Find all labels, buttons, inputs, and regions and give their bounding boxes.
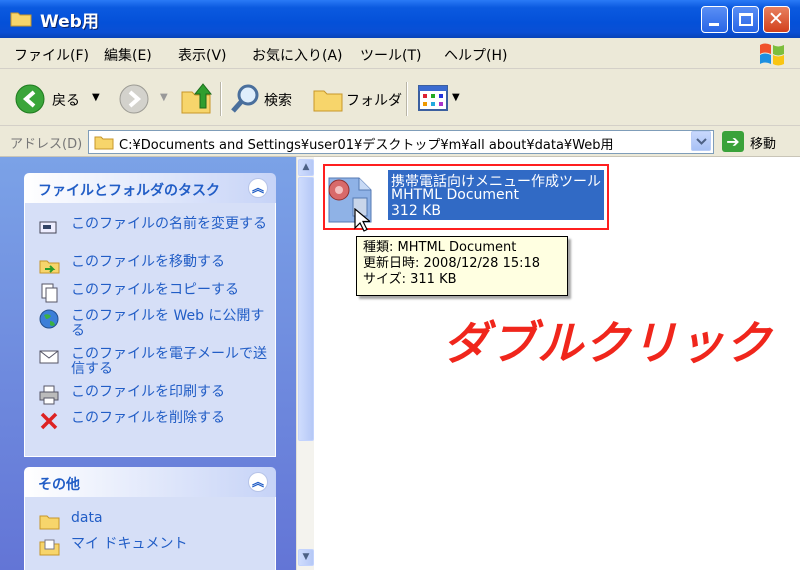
folder-icon [10, 12, 32, 27]
panel-title: その他 [38, 477, 80, 493]
scroll-thumb[interactable] [298, 177, 314, 441]
task-pane-scrollbar[interactable]: ▲ ▼ [296, 157, 314, 570]
folders-button[interactable]: フォルダ [346, 90, 402, 110]
forward-dropdown-icon[interactable]: ▼ [160, 92, 168, 103]
title-bar[interactable]: Web用 ✕ [0, 0, 800, 38]
menu-help[interactable]: ヘルプ(H) [444, 45, 507, 65]
address-path: C:¥Documents and Settings¥user01¥デスクトップ¥… [119, 138, 614, 153]
menu-bar: ファイル(F) 編集(E) 表示(V) お気に入り(A) ツール(T) ヘルプ(… [0, 38, 800, 69]
minimize-icon [709, 23, 719, 26]
back-arrow-icon[interactable] [14, 83, 46, 115]
menu-edit[interactable]: 編集(E) [104, 45, 152, 65]
minimize-button[interactable] [701, 6, 728, 33]
address-input[interactable]: C:¥Documents and Settings¥user01¥デスクトップ¥… [88, 130, 714, 154]
move-icon [39, 260, 60, 274]
task-publish-web[interactable]: このファイルを Web に公開する [39, 309, 265, 341]
copy-icon [41, 283, 58, 303]
my-documents-icon [39, 539, 60, 556]
panel-header[interactable]: その他 ︽ [24, 467, 276, 497]
tooltip-size: サイズ: 311 KB [363, 272, 457, 287]
folders-icon[interactable] [312, 85, 344, 113]
collapse-icon[interactable]: ︽ [248, 178, 268, 198]
up-folder-icon[interactable] [180, 82, 212, 116]
views-icon[interactable] [418, 84, 448, 112]
toolbar: 戻る ▼ ▼ 検索 フォルダ ▼ [0, 70, 800, 126]
delete-icon [40, 412, 58, 430]
menu-tools[interactable]: ツール(T) [360, 45, 421, 65]
folder-icon [39, 515, 60, 530]
views-dropdown-icon[interactable]: ▼ [452, 92, 460, 103]
file-folder-tasks-panel: ファイルとフォルダのタスク ︽ このファイルの名前を変更する このファイルを移動… [24, 173, 276, 457]
maximize-button[interactable] [732, 6, 759, 33]
close-icon: ✕ [768, 8, 784, 30]
scroll-down-icon[interactable]: ▼ [298, 549, 314, 566]
rename-icon [39, 221, 57, 234]
panel-title: ファイルとフォルダのタスク [38, 183, 220, 199]
folder-icon [94, 136, 114, 150]
panel-body: このファイルの名前を変更する このファイルを移動する このファイルをコピーする … [24, 203, 276, 457]
close-button[interactable]: ✕ [763, 6, 790, 33]
search-button[interactable]: 検索 [264, 90, 292, 110]
panel-body: data マイ ドキュメント [24, 497, 276, 570]
globe-icon [39, 309, 59, 329]
search-icon[interactable] [230, 83, 262, 115]
address-dropdown-button[interactable] [691, 131, 711, 151]
toolbar-separator [406, 82, 407, 116]
chevron-down-icon [696, 138, 707, 145]
file-tooltip: 種類: MHTML Document 更新日時: 2008/12/28 15:1… [356, 236, 568, 296]
back-button[interactable]: 戻る [52, 90, 80, 110]
windows-logo-icon [760, 43, 784, 66]
task-rename[interactable]: このファイルの名前を変更する [39, 217, 267, 249]
back-dropdown-icon[interactable]: ▼ [92, 92, 100, 103]
mouse-cursor-icon [354, 208, 370, 232]
task-pane: ファイルとフォルダのタスク ︽ このファイルの名前を変更する このファイルを移動… [0, 157, 296, 570]
go-button[interactable]: 移動 [750, 133, 776, 152]
task-email[interactable]: このファイルを電子メールで送信する [39, 347, 267, 379]
tooltip-type: 種類: MHTML Document [363, 240, 517, 255]
window-title: Web用 [40, 12, 99, 32]
tooltip-modified: 更新日時: 2008/12/28 15:18 [363, 256, 541, 271]
address-label: アドレス(D) [10, 137, 83, 152]
forward-arrow-icon[interactable] [118, 83, 150, 115]
other-places-panel: その他 ︽ data マイ ドキュメント [24, 467, 276, 570]
go-arrow-icon[interactable]: ➔ [722, 131, 744, 152]
menu-view[interactable]: 表示(V) [178, 45, 227, 65]
menu-file[interactable]: ファイル(F) [14, 45, 89, 65]
scroll-up-icon[interactable]: ▲ [298, 159, 314, 176]
panel-header[interactable]: ファイルとフォルダのタスク ︽ [24, 173, 276, 203]
toolbar-separator [220, 82, 221, 116]
email-icon [39, 350, 59, 364]
address-bar: アドレス(D) C:¥Documents and Settings¥user01… [0, 127, 800, 157]
maximize-icon [739, 13, 753, 26]
menu-favorites[interactable]: お気に入り(A) [252, 45, 343, 65]
printer-icon [39, 385, 59, 405]
collapse-icon[interactable]: ︽ [248, 472, 268, 492]
double-click-annotation: ダブルクリック [443, 316, 772, 370]
